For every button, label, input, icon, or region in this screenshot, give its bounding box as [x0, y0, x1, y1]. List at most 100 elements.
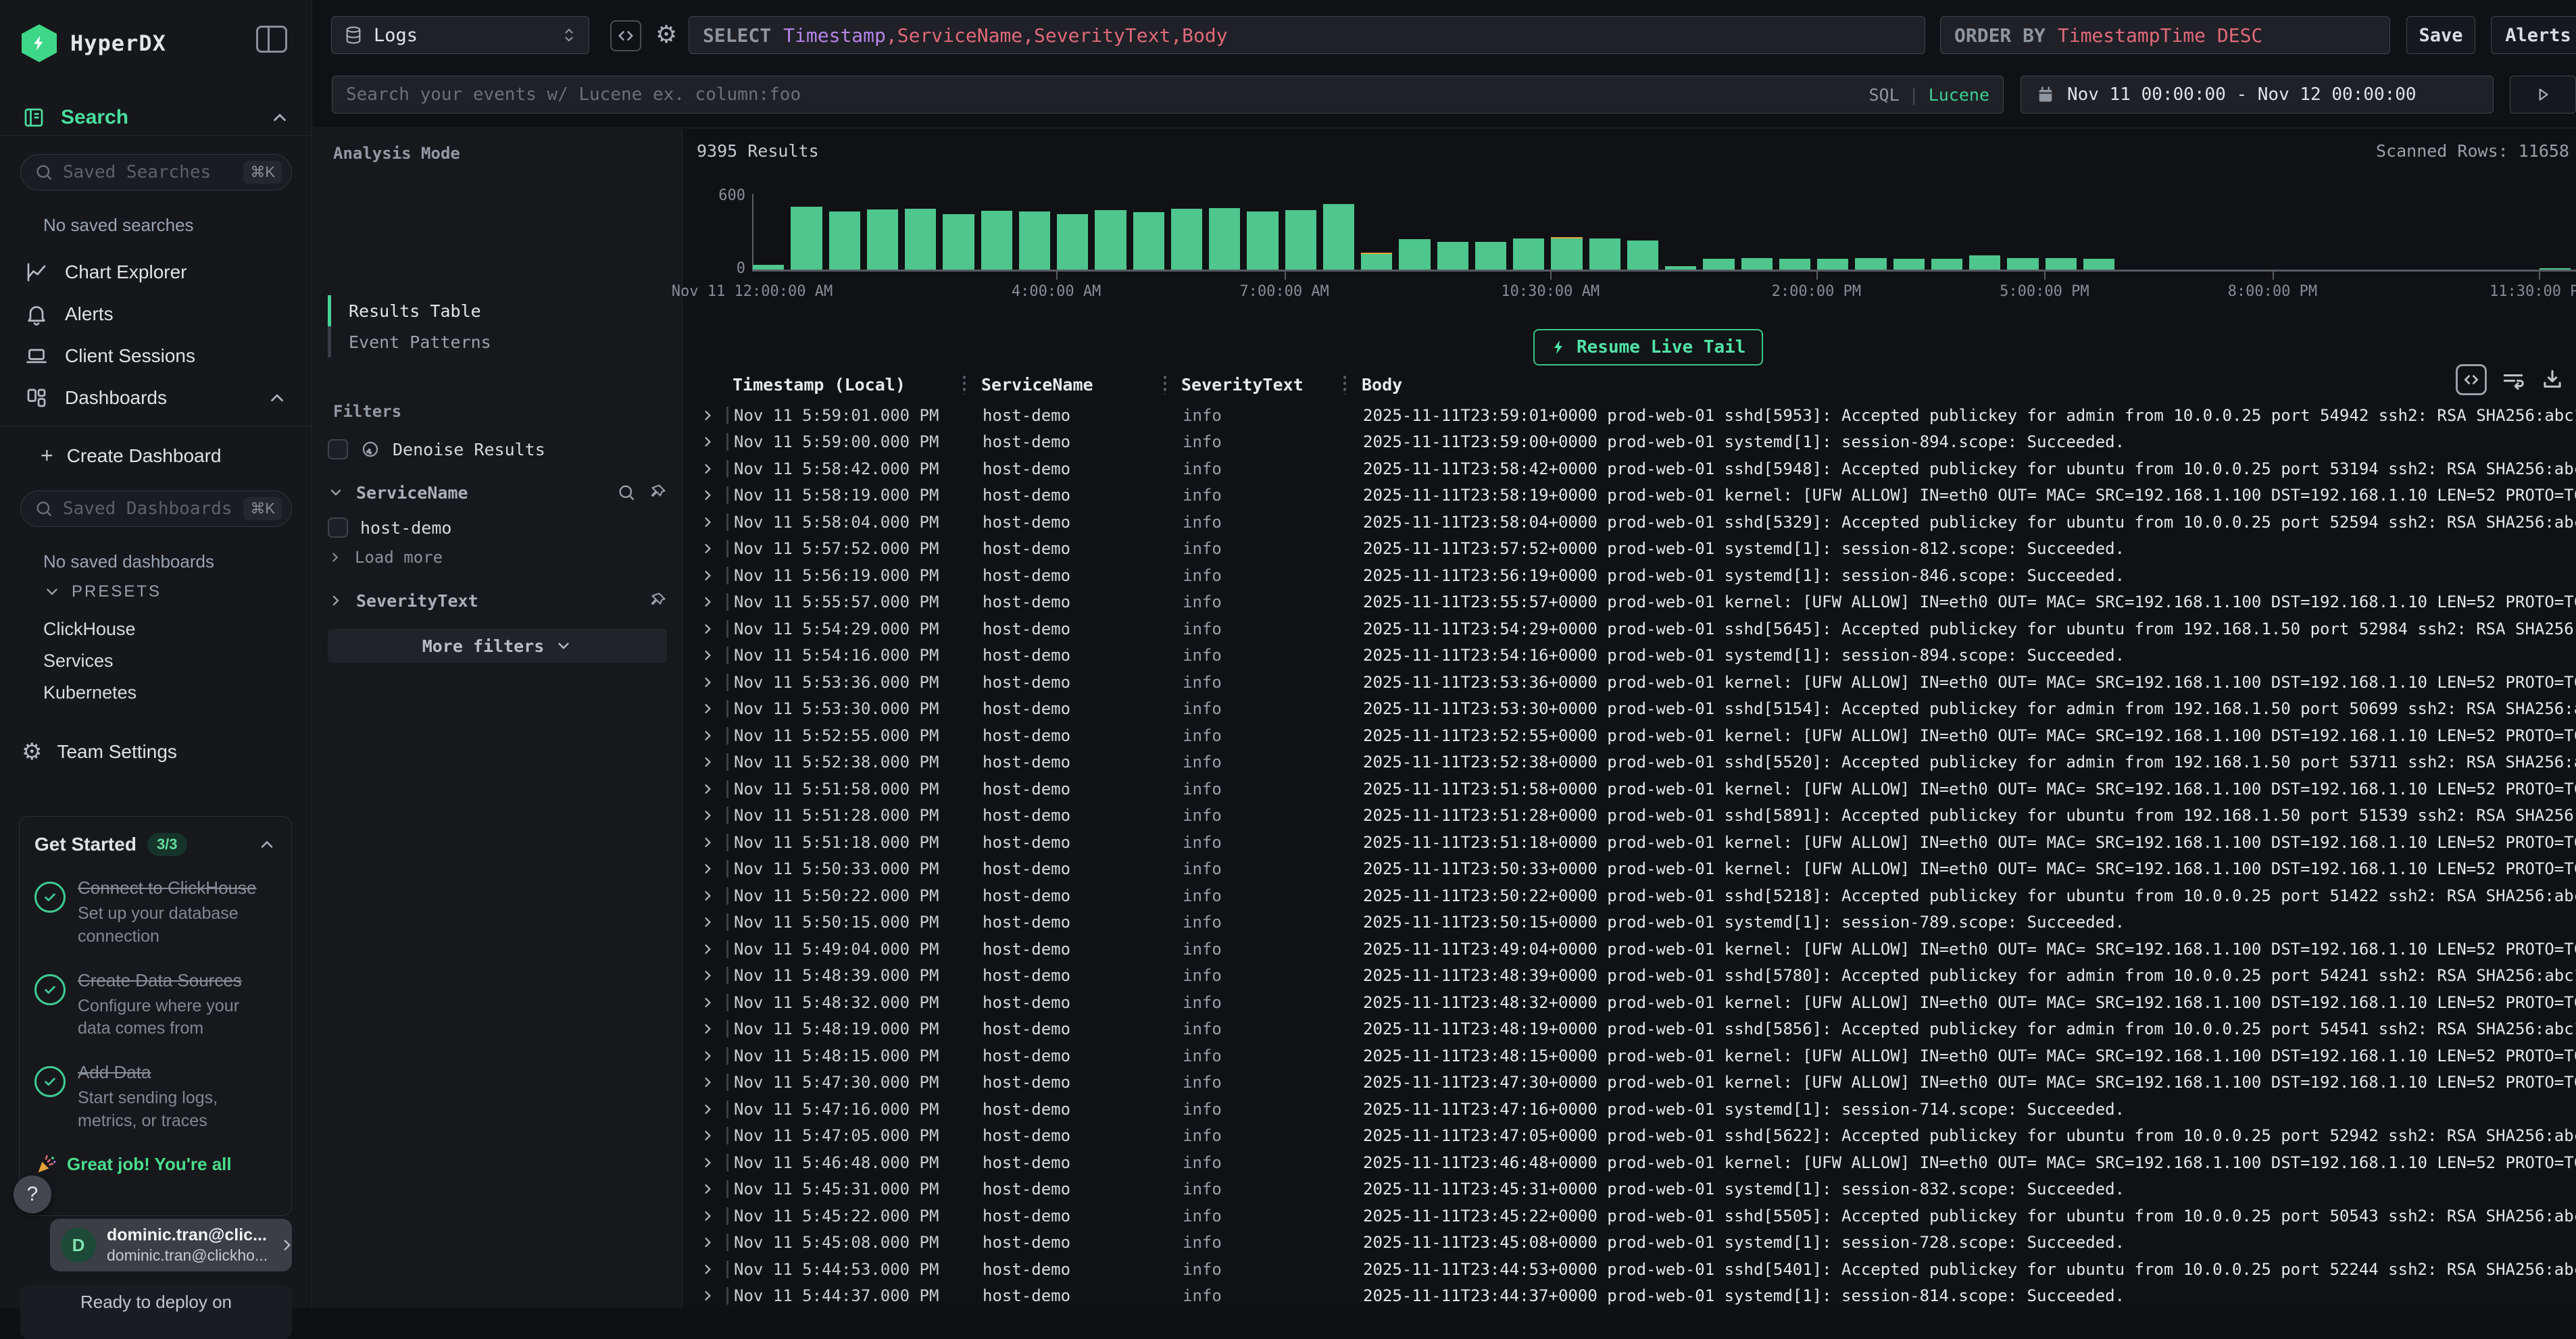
- expand-row-icon[interactable]: [701, 1209, 714, 1223]
- table-row[interactable]: Nov 11 5:46:48.000 PMhost-demoinfo2025-1…: [697, 1149, 2576, 1176]
- table-row[interactable]: Nov 11 5:54:16.000 PMhost-demoinfo2025-1…: [697, 642, 2576, 670]
- preset-item-services[interactable]: Services: [43, 645, 137, 677]
- filter-search-icon[interactable]: [617, 483, 636, 502]
- sidebar-collapse-icon[interactable]: [256, 26, 287, 53]
- sidebar-item-alerts[interactable]: Alerts: [0, 293, 312, 335]
- expand-row-icon[interactable]: [701, 1103, 714, 1116]
- get-started-item[interactable]: Add DataStart sending logs, metrics, or …: [34, 1061, 276, 1133]
- table-row[interactable]: Nov 11 5:57:52.000 PMhost-demoinfo2025-1…: [697, 536, 2576, 563]
- table-row[interactable]: Nov 11 5:50:15.000 PMhost-demoinfo2025-1…: [697, 909, 2576, 936]
- table-row[interactable]: Nov 11 5:47:16.000 PMhost-demoinfo2025-1…: [697, 1096, 2576, 1123]
- expand-row-icon[interactable]: [701, 942, 714, 956]
- table-row[interactable]: Nov 11 5:47:30.000 PMhost-demoinfo2025-1…: [697, 1069, 2576, 1096]
- table-row[interactable]: Nov 11 5:47:05.000 PMhost-demoinfo2025-1…: [697, 1123, 2576, 1150]
- table-row[interactable]: Nov 11 5:56:19.000 PMhost-demoinfo2025-1…: [697, 562, 2576, 589]
- query-settings-gear-icon[interactable]: ⚙: [651, 19, 682, 50]
- column-resize-handle[interactable]: [1343, 374, 1346, 395]
- preset-item-kubernetes[interactable]: Kubernetes: [43, 677, 137, 709]
- expand-row-icon[interactable]: [701, 1182, 714, 1196]
- table-row[interactable]: Nov 11 5:54:29.000 PMhost-demoinfo2025-1…: [697, 615, 2576, 642]
- table-row[interactable]: Nov 11 5:58:19.000 PMhost-demoinfo2025-1…: [697, 482, 2576, 509]
- column-header-body[interactable]: Body: [1354, 375, 2576, 395]
- expand-row-icon[interactable]: [701, 729, 714, 742]
- lang-sql[interactable]: SQL: [1868, 85, 1899, 105]
- expand-row-icon[interactable]: [701, 1076, 714, 1089]
- table-row[interactable]: Nov 11 5:48:15.000 PMhost-demoinfo2025-1…: [697, 1042, 2576, 1069]
- expand-row-icon[interactable]: [701, 462, 714, 476]
- expand-row-icon[interactable]: [701, 1129, 714, 1142]
- column-resize-handle[interactable]: [1164, 374, 1166, 395]
- create-dashboard-button[interactable]: + Create Dashboard: [41, 443, 222, 468]
- expand-row-icon[interactable]: [701, 1049, 714, 1063]
- table-row[interactable]: Nov 11 5:45:31.000 PMhost-demoinfo2025-1…: [697, 1176, 2576, 1203]
- filter-group-severitytext[interactable]: SeverityText: [328, 586, 667, 615]
- expand-row-icon[interactable]: [701, 515, 714, 529]
- expand-row-icon[interactable]: [701, 622, 714, 636]
- expand-row-icon[interactable]: [701, 649, 714, 662]
- expand-row-icon[interactable]: [701, 1156, 714, 1169]
- preset-item-clickhouse[interactable]: ClickHouse: [43, 613, 137, 645]
- pin-icon[interactable]: [648, 591, 667, 610]
- saved-dashboards-input[interactable]: Saved Dashboards ⌘K: [20, 490, 292, 527]
- sidebar-item-client-sessions[interactable]: Client Sessions: [0, 335, 312, 377]
- expand-row-icon[interactable]: [701, 782, 714, 796]
- column-header-severitytext[interactable]: SeverityText: [1173, 375, 1354, 395]
- table-row[interactable]: Nov 11 5:51:28.000 PMhost-demoinfo2025-1…: [697, 803, 2576, 830]
- column-resize-handle[interactable]: [963, 374, 966, 395]
- table-row[interactable]: Nov 11 5:52:55.000 PMhost-demoinfo2025-1…: [697, 722, 2576, 749]
- table-row[interactable]: Nov 11 5:48:39.000 PMhost-demoinfo2025-1…: [697, 963, 2576, 990]
- sidebar-item-chart-explorer[interactable]: Chart Explorer: [0, 251, 312, 293]
- order-by-input[interactable]: ORDER BY TimestampTime DESC: [1940, 16, 2390, 54]
- alerts-button[interactable]: Alerts: [2491, 16, 2576, 54]
- column-header-timestamp[interactable]: Timestamp (Local): [727, 375, 973, 395]
- chevron-up-icon[interactable]: [257, 835, 276, 854]
- table-row[interactable]: Nov 11 5:44:53.000 PMhost-demoinfo2025-1…: [697, 1256, 2576, 1283]
- expand-row-icon[interactable]: [701, 435, 714, 449]
- chevron-up-icon[interactable]: [270, 107, 290, 128]
- table-row[interactable]: Nov 11 5:45:08.000 PMhost-demoinfo2025-1…: [697, 1230, 2576, 1257]
- table-row[interactable]: Nov 11 5:53:30.000 PMhost-demoinfo2025-1…: [697, 696, 2576, 723]
- filter-value-host-demo[interactable]: host-demo: [328, 513, 667, 542]
- table-row[interactable]: Nov 11 5:50:33.000 PMhost-demoinfo2025-1…: [697, 856, 2576, 883]
- table-row[interactable]: Nov 11 5:48:32.000 PMhost-demoinfo2025-1…: [697, 989, 2576, 1016]
- table-row[interactable]: Nov 11 5:48:19.000 PMhost-demoinfo2025-1…: [697, 1016, 2576, 1043]
- help-button[interactable]: ?: [14, 1176, 51, 1213]
- sidebar-item-team-settings[interactable]: ⚙ Team Settings: [22, 740, 177, 763]
- denoise-results-row[interactable]: Denoise Results: [328, 434, 667, 464]
- table-row[interactable]: Nov 11 5:44:37.000 PMhost-demoinfo2025-1…: [697, 1283, 2576, 1309]
- histogram-plot[interactable]: [752, 195, 2576, 270]
- pin-icon[interactable]: [648, 483, 667, 502]
- source-select[interactable]: Logs: [331, 16, 589, 54]
- get-started-item[interactable]: Create Data SourcesConfigure where your …: [34, 969, 276, 1041]
- query-language-toggle[interactable]: SQL | Lucene: [1868, 85, 1989, 105]
- table-row[interactable]: Nov 11 5:52:38.000 PMhost-demoinfo2025-1…: [697, 749, 2576, 776]
- table-row[interactable]: Nov 11 5:59:00.000 PMhost-demoinfo2025-1…: [697, 429, 2576, 456]
- table-row[interactable]: Nov 11 5:55:57.000 PMhost-demoinfo2025-1…: [697, 589, 2576, 616]
- table-row[interactable]: Nov 11 5:53:36.000 PMhost-demoinfo2025-1…: [697, 669, 2576, 696]
- user-menu[interactable]: D dominic.tran@clic... dominic.tran@clic…: [50, 1219, 292, 1271]
- more-filters-button[interactable]: More filters: [328, 629, 667, 663]
- expand-row-icon[interactable]: [701, 1022, 714, 1036]
- expand-row-icon[interactable]: [701, 569, 714, 582]
- run-query-button[interactable]: [2510, 76, 2576, 113]
- analysis-mode-results-table[interactable]: Results Table: [328, 295, 667, 326]
- load-more-button[interactable]: Load more: [328, 545, 667, 570]
- table-row[interactable]: Nov 11 5:58:04.000 PMhost-demoinfo2025-1…: [697, 509, 2576, 536]
- expand-row-icon[interactable]: [701, 862, 714, 876]
- filter-group-servicename[interactable]: ServiceName: [328, 478, 667, 507]
- table-row[interactable]: Nov 11 5:58:42.000 PMhost-demoinfo2025-1…: [697, 455, 2576, 482]
- table-row[interactable]: Nov 11 5:45:22.000 PMhost-demoinfo2025-1…: [697, 1203, 2576, 1230]
- expand-row-icon[interactable]: [701, 836, 714, 849]
- get-started-item[interactable]: Connect to ClickHouseSet up your databas…: [34, 876, 276, 949]
- save-button[interactable]: Save: [2406, 16, 2475, 54]
- expand-row-icon[interactable]: [701, 1263, 714, 1276]
- expand-row-icon[interactable]: [701, 595, 714, 609]
- expand-row-icon[interactable]: [701, 1289, 714, 1303]
- analysis-mode-event-patterns[interactable]: Event Patterns: [328, 326, 667, 357]
- expand-row-icon[interactable]: [701, 809, 714, 822]
- chevron-up-icon[interactable]: [267, 388, 287, 408]
- saved-searches-input[interactable]: Saved Searches ⌘K: [20, 154, 292, 191]
- expand-row-icon[interactable]: [701, 915, 714, 929]
- table-row[interactable]: Nov 11 5:50:22.000 PMhost-demoinfo2025-1…: [697, 882, 2576, 909]
- events-histogram[interactable]: 600 0 Nov 11 12:00:00 AM4:00:00 AM7:00:0…: [697, 187, 2576, 306]
